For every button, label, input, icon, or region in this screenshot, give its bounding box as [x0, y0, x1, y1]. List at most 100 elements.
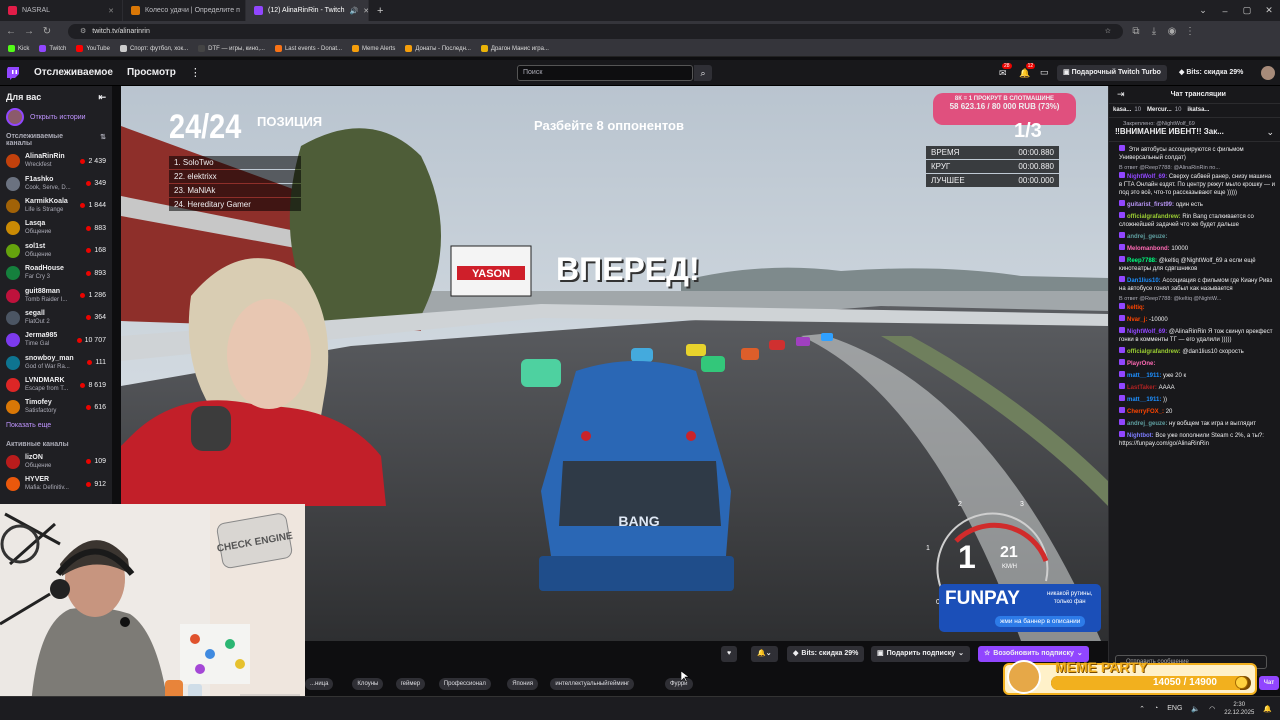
bookmark-item[interactable]: Драгон Манис игра...: [480, 45, 549, 52]
browser-tab[interactable]: NASRAL ✕: [0, 0, 123, 21]
sidebar-channel[interactable]: LVNDMARK Escape from T... 8 619: [0, 374, 112, 396]
sidebar-channel[interactable]: KarmikKoala Life is Strange 1 844: [0, 195, 112, 217]
sidebar-channel[interactable]: snowboy_man God of War Ra... 111: [0, 352, 112, 374]
bookmark-item[interactable]: Kick: [8, 45, 29, 52]
chat-username[interactable]: guitarist_first99:: [1127, 202, 1174, 208]
show-more-link[interactable]: Показать еще: [0, 419, 112, 432]
nav-following[interactable]: Отслеживаемое: [34, 67, 113, 78]
tag-chip[interactable]: Профессионал: [438, 678, 491, 690]
chat-username[interactable]: andrej_geuze:: [1127, 421, 1167, 427]
browser-tab[interactable]: Колесо удачи | Определите п✕: [123, 0, 246, 21]
prime-icon[interactable]: ✉ 28: [999, 63, 1012, 79]
tray-chevron-icon[interactable]: ⌃: [1139, 705, 1145, 713]
sidebar-channel[interactable]: lizON Общение 109: [0, 451, 112, 473]
top-gifter-chip[interactable]: ikatsa...: [1187, 107, 1212, 114]
chat-username[interactable]: matt__1911:: [1127, 397, 1161, 403]
bookmark-item[interactable]: Last events - Donat...: [274, 45, 342, 52]
chat-username[interactable]: keltiq:: [1127, 305, 1145, 311]
chat-username[interactable]: NightWolf_69:: [1127, 174, 1167, 180]
collapse-icon[interactable]: ⇤: [98, 92, 106, 103]
bookmark-star-icon[interactable]: ☆: [1105, 27, 1111, 35]
chat-username[interactable]: Nightbot:: [1127, 433, 1154, 439]
tag-chip[interactable]: геймер: [395, 678, 426, 690]
gift-turbo-button[interactable]: ▣ Подарочный Twitch Turbo: [1057, 65, 1167, 81]
chat-send-button[interactable]: Чат: [1259, 676, 1279, 690]
sidebar-channel[interactable]: Lasqa Общение 883: [0, 217, 112, 239]
tag-chip[interactable]: ...ница: [305, 678, 334, 690]
close-icon[interactable]: ✕: [108, 7, 114, 15]
downloads-icon[interactable]: ⤓: [1149, 26, 1159, 37]
chat-username[interactable]: Melomanbond:: [1127, 246, 1170, 252]
bits-discount-button[interactable]: ◆ Bits: скидка 29%: [1175, 65, 1247, 81]
stories-button[interactable]: Открыть истории: [0, 106, 112, 130]
chat-username[interactable]: NightWolf_69:: [1127, 329, 1167, 335]
bell-icon[interactable]: 🔔: [1263, 705, 1272, 713]
nav-browse[interactable]: Просмотр: [127, 67, 176, 78]
browser-menu-icon[interactable]: ⋮: [1185, 26, 1195, 37]
top-gifter-chip[interactable]: Mercur... 10: [1147, 107, 1181, 114]
sidebar-channel[interactable]: segall FlatOut 2 364: [0, 307, 112, 329]
chat-username[interactable]: PlayrOne:: [1127, 361, 1155, 367]
extensions-icon[interactable]: ⧉: [1131, 26, 1141, 37]
chat-username[interactable]: Nvar_j:: [1127, 317, 1147, 323]
search-icon[interactable]: ⌕: [694, 65, 712, 81]
speaker-icon[interactable]: 🔊: [350, 7, 359, 15]
collapse-chat-icon[interactable]: ⇥: [1117, 89, 1125, 100]
bookmark-item[interactable]: Meme Alerts: [352, 45, 395, 52]
chat-username[interactable]: officialgrafandrew:: [1127, 214, 1181, 220]
notify-bell-button[interactable]: 🔔⌄: [751, 646, 778, 662]
bookmark-item[interactable]: Twitch: [39, 45, 66, 52]
tab-search-icon[interactable]: ⌄: [1192, 5, 1214, 16]
gift-sub-button[interactable]: ▣ Подарить подписку ⌄: [871, 646, 970, 662]
search-input[interactable]: Поиск: [517, 65, 693, 81]
reload-icon[interactable]: ↻: [42, 26, 52, 37]
sidebar-channel[interactable]: HYVER Mafia: Definitiv... 912: [0, 473, 112, 495]
sidebar-channel[interactable]: Timofey Satisfactory 616: [0, 396, 112, 418]
chat-username[interactable]: andrej_geuze:: [1127, 234, 1167, 240]
chat-username[interactable]: LastTaker:: [1127, 385, 1157, 391]
tag-chip[interactable]: Япония: [507, 678, 539, 690]
chevron-down-icon[interactable]: ⌄: [1266, 127, 1274, 138]
chat-username[interactable]: matt__1911:: [1127, 373, 1161, 379]
bookmark-item[interactable]: Донаты - Последн...: [405, 45, 471, 52]
funpay-banner[interactable]: FUNPAY никакой рутины, только фан жми на …: [939, 584, 1101, 632]
twitch-logo-icon[interactable]: [6, 66, 20, 80]
browser-tab-active[interactable]: (12) AlinaRinRin - Twitch 🔊 ✕: [246, 0, 369, 21]
sort-icon[interactable]: ⇅: [100, 133, 106, 147]
bookmark-item[interactable]: DTF — игры, кино,...: [198, 45, 265, 52]
bookmark-item[interactable]: YouTube: [76, 45, 110, 52]
url-input[interactable]: ⚙ twitch.tv/alinarinrin ☆: [68, 23, 1123, 39]
whispers-icon[interactable]: ▭: [1040, 67, 1049, 78]
sidebar-channel[interactable]: guit88man Tomb Raider I... 1 286: [0, 284, 112, 306]
chat-username[interactable]: CherryFOX_:: [1127, 409, 1164, 415]
tag-chip[interactable]: интеллектуальныйгейминг: [550, 678, 635, 690]
chat-username[interactable]: Dan1lius10:: [1127, 278, 1161, 284]
back-icon[interactable]: ←: [6, 26, 16, 37]
user-avatar[interactable]: [1261, 66, 1275, 80]
sidebar-channel[interactable]: Jerma985 Time Gal 10 707: [0, 329, 112, 351]
chat-username[interactable]: Reep7788:: [1127, 258, 1157, 264]
sidebar-channel[interactable]: AlinaRinRin Wreckfest 2 439: [0, 150, 112, 172]
follow-heart-button[interactable]: ♥: [721, 646, 738, 662]
bookmark-item[interactable]: Спорт: футбол, хок...: [119, 45, 188, 52]
top-gifter-chip[interactable]: kasa... 10: [1113, 107, 1141, 114]
site-info-icon[interactable]: ⚙: [80, 27, 86, 35]
sidebar-channel[interactable]: RoadHouse Far Cry 3 893: [0, 262, 112, 284]
notifications-icon[interactable]: 🔔 12: [1019, 63, 1036, 79]
taskbar-lang[interactable]: ENG: [1167, 705, 1182, 712]
volume-icon[interactable]: 🔈: [1191, 705, 1200, 713]
sidebar-channel[interactable]: F1ashko Cook, Serve, D... 349: [0, 172, 112, 194]
bits-button[interactable]: ◆ Bits: скидка 29%: [787, 646, 865, 662]
sidebar-channel[interactable]: sol1st Общение 168: [0, 240, 112, 262]
more-icon[interactable]: ⋮: [190, 66, 201, 79]
tag-chip[interactable]: Клоуны: [352, 678, 384, 690]
forward-icon[interactable]: →: [24, 26, 34, 37]
chat-username[interactable]: officialgrafandrew:: [1127, 349, 1181, 355]
close-window-button[interactable]: ✕: [1258, 5, 1280, 16]
network-icon[interactable]: ◔: [1154, 705, 1158, 712]
taskbar-clock[interactable]: 2:30 22.12.2025: [1224, 701, 1254, 717]
minimize-button[interactable]: –: [1214, 6, 1236, 16]
pinned-message[interactable]: Закреплено: @NightWolf_69 ‼ВНИМАНИЕ ИВЕН…: [1109, 118, 1280, 142]
new-tab-button[interactable]: +: [369, 5, 391, 17]
maximize-button[interactable]: ▢: [1236, 5, 1258, 16]
